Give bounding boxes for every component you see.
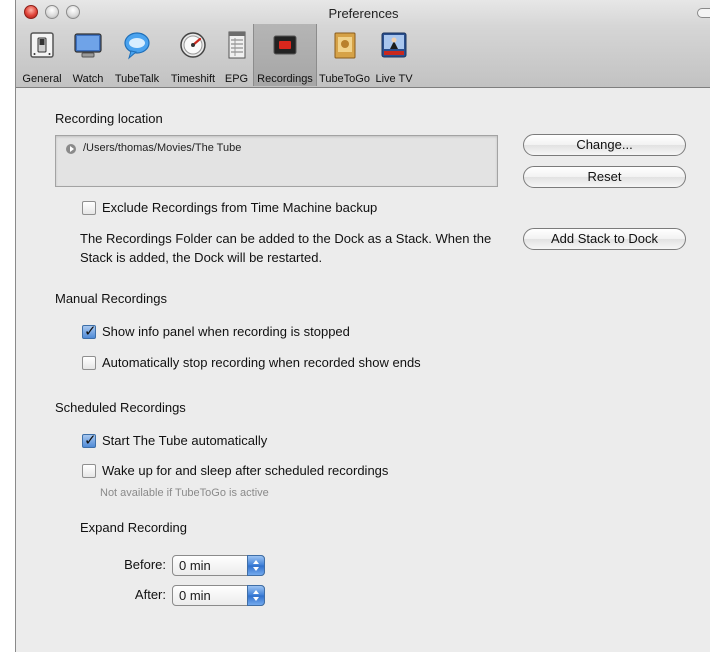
tab-label: Recordings [257,73,313,85]
tab-label: EPG [224,73,249,85]
start-tube-automatically-checkbox[interactable]: Start The Tube automatically [82,431,268,449]
popup-arrows-icon[interactable] [247,585,265,606]
checkbox-label: Start The Tube automatically [102,433,268,448]
reset-button[interactable]: Reset [523,166,686,188]
expand-recording-title: Expand Recording [80,520,187,535]
auto-stop-recording-checkbox[interactable]: Automatically stop recording when record… [82,355,421,370]
preferences-toolbar: General Watch TubeTalk Timeshift EPG Rec… [16,24,416,86]
folder-arrow-icon [66,144,76,154]
switch-icon [30,32,54,58]
checkbox-label: Show info panel when recording is stoppe… [102,324,350,339]
tab-recordings[interactable]: Recordings [253,24,317,86]
checkbox-box[interactable] [82,431,97,449]
tubetogo-note: Not available if TubeToGo is active [100,487,269,499]
checkbox-box[interactable] [82,463,96,478]
tab-timeshift[interactable]: Timeshift [166,24,220,86]
tab-tubetalk[interactable]: TubeTalk [108,24,166,86]
before-label: Before: [124,557,166,572]
popup-arrows-icon[interactable] [247,555,265,576]
checkbox-label: Automatically stop recording when record… [102,355,421,370]
show-info-panel-checkbox[interactable]: Show info panel when recording is stoppe… [82,322,350,340]
scheduled-recordings-title: Scheduled Recordings [55,400,186,415]
tab-label: Timeshift [170,73,216,85]
tab-general[interactable]: General [16,24,68,86]
checkbox-label: Wake up for and sleep after scheduled re… [102,463,389,478]
after-select[interactable]: 0 min [172,585,265,606]
change-button[interactable]: Change... [523,134,686,156]
live-tv-icon [381,32,407,58]
tab-label: TubeTalk [114,73,160,85]
exclude-time-machine-checkbox[interactable]: Exclude Recordings from Time Machine bac… [82,200,377,215]
titlebar-toolbar: Preferences General Watch TubeTalk Times… [16,0,710,88]
gauge-icon [180,32,206,58]
checkbox-box[interactable] [82,200,96,215]
stack-description: The Recordings Folder can be added to th… [80,231,492,265]
epg-grid-icon [228,31,245,59]
tab-label: TubeToGo [319,73,370,85]
after-label: After: [134,587,166,602]
checkbox-label: Exclude Recordings from Time Machine bac… [102,200,378,215]
recording-path: /Users/thomas/Movies/The Tube [83,142,242,154]
recording-location-path-control[interactable]: /Users/thomas/Movies/The Tube [55,135,498,187]
after-value: 0 min [179,588,211,603]
recordings-pane: Recording location /Users/thomas/Movies/… [16,89,710,652]
chat-bubble-icon [124,32,150,60]
preferences-window: Preferences General Watch TubeTalk Times… [15,0,710,652]
recording-location-title: Recording location [55,111,163,126]
wake-sleep-scheduled-checkbox[interactable]: Wake up for and sleep after scheduled re… [82,463,388,478]
tab-label: Watch [72,73,104,85]
tab-watch[interactable]: Watch [68,24,108,86]
tab-label: Live TV [375,73,413,85]
checkbox-box[interactable] [82,322,97,340]
add-stack-to-dock-button[interactable]: Add Stack to Dock [523,228,686,250]
checkbox-box[interactable] [82,355,96,370]
record-icon [273,35,297,55]
tab-epg[interactable]: EPG [220,24,253,86]
before-select[interactable]: 0 min [172,555,265,576]
tab-live-tv[interactable]: Live TV [372,24,416,86]
window-title: Preferences [328,6,399,21]
before-value: 0 min [179,558,211,573]
manual-recordings-title: Manual Recordings [55,291,168,306]
film-case-icon [334,32,355,59]
monitor-icon [74,33,102,58]
toolbar-toggle-button[interactable] [697,8,710,18]
tab-label: General [22,73,62,85]
tab-tubetogo[interactable]: TubeToGo [317,24,372,86]
